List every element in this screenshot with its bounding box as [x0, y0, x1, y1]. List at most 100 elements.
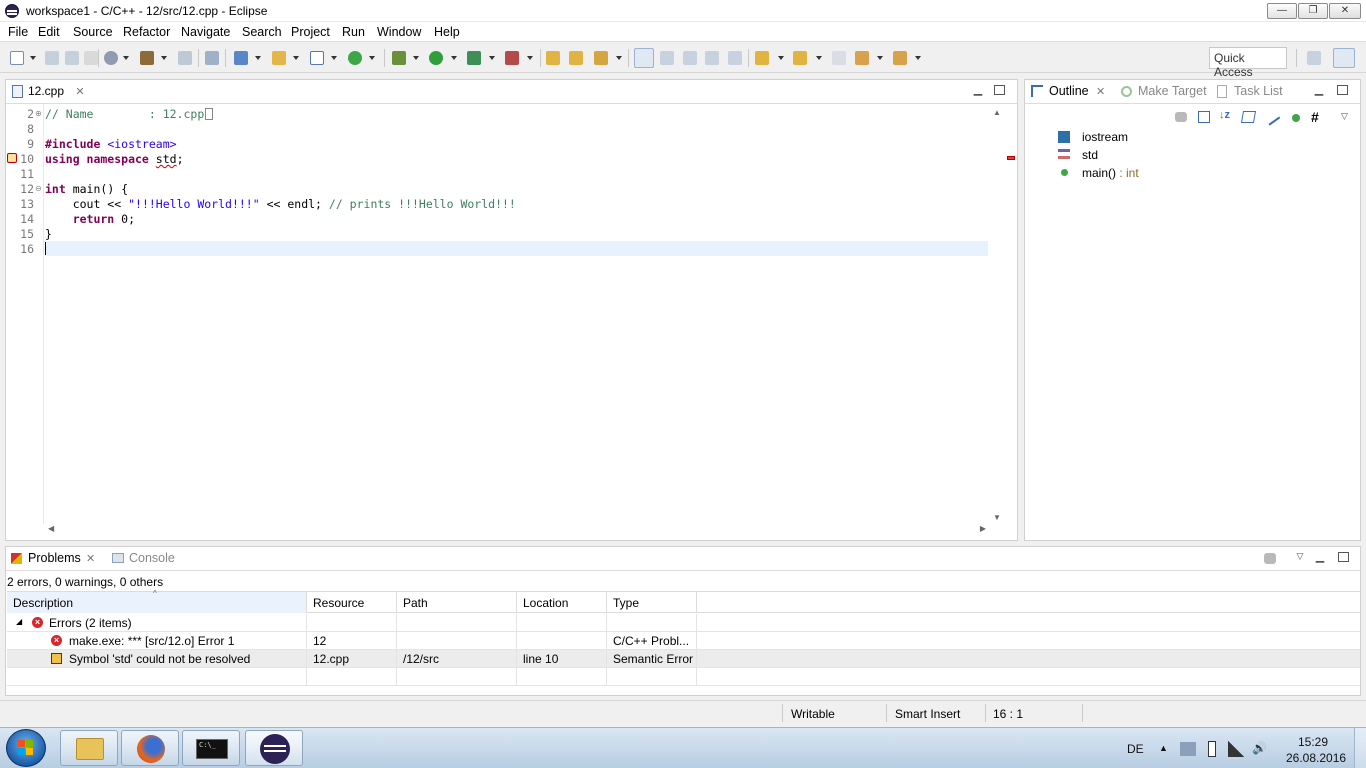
hide-non-public-icon[interactable]	[1292, 114, 1300, 122]
clock-time[interactable]: 15:29	[1298, 735, 1328, 749]
debug-bug-icon[interactable]	[392, 51, 406, 65]
column-path[interactable]: Path	[397, 592, 517, 613]
column-description[interactable]: Description	[7, 592, 307, 613]
error-marker-icon[interactable]	[7, 153, 17, 163]
tab-task-list[interactable]: Task List	[1234, 84, 1283, 98]
tab-outline[interactable]: Outline	[1049, 84, 1089, 98]
forward-dropdown-icon[interactable]	[915, 56, 921, 60]
prev-annotation-icon[interactable]	[793, 51, 807, 65]
show-hidden-icons-icon[interactable]: ▲	[1159, 743, 1168, 753]
debug-dropdown-icon[interactable]	[413, 56, 419, 60]
table-row[interactable]: × make.exe: *** [src/12.o] Error 1 12 C/…	[7, 632, 1360, 650]
run-icon[interactable]	[429, 51, 443, 65]
print-icon[interactable]	[84, 51, 98, 65]
minimize-icon[interactable]: ▁	[1313, 84, 1325, 96]
scroll-left-icon[interactable]: ◀	[48, 524, 54, 533]
overview-error-marker[interactable]	[1007, 156, 1015, 160]
tab-console[interactable]: Console	[129, 551, 175, 565]
maximize-icon[interactable]	[1337, 85, 1348, 95]
horizontal-scrollbar[interactable]: ◀ ▶	[44, 524, 990, 536]
status-insert-mode[interactable]: Smart Insert	[895, 707, 960, 721]
fold-collapse-icon[interactable]: ⊖	[35, 184, 42, 193]
filter-icon[interactable]	[1264, 553, 1276, 564]
menu-help[interactable]: Help	[434, 25, 460, 39]
folded-region-icon[interactable]	[205, 108, 213, 120]
tab-12-cpp[interactable]: 12.cpp ✕	[6, 80, 91, 104]
build-dropdown-icon[interactable]	[161, 56, 167, 60]
fold-expand-icon[interactable]: ⊕	[35, 109, 42, 118]
minimize-icon[interactable]: ▁	[1314, 551, 1326, 563]
taskbar-cmd[interactable]: C:\_	[182, 730, 240, 766]
taskbar-explorer[interactable]	[60, 730, 118, 766]
outline-item-std[interactable]: std	[1082, 148, 1098, 162]
collapse-all-icon[interactable]	[1198, 111, 1210, 123]
problems-group-row[interactable]: ◢ × Errors (2 items)	[7, 614, 1360, 632]
cpp-perspective-icon[interactable]	[1333, 48, 1355, 68]
next-annotation-icon[interactable]	[755, 51, 769, 65]
show-whitespace-icon[interactable]	[728, 51, 742, 65]
new-class-dropdown-icon[interactable]	[331, 56, 337, 60]
scroll-right-icon[interactable]: ▶	[980, 524, 986, 533]
view-menu-icon[interactable]: ▽	[1341, 111, 1348, 122]
menu-project[interactable]: Project	[291, 25, 330, 39]
quick-access-input[interactable]: Quick Access	[1209, 47, 1287, 79]
new-icon[interactable]	[10, 51, 24, 65]
menu-source[interactable]: Source	[73, 25, 113, 39]
close-button[interactable]: ✕	[1329, 3, 1361, 19]
new-cpp-icon[interactable]	[348, 51, 362, 65]
view-menu-icon[interactable]: ▽	[1294, 550, 1306, 562]
open-type-icon[interactable]	[546, 51, 560, 65]
open-perspective-icon[interactable]	[1307, 51, 1321, 65]
back-dropdown-icon[interactable]	[877, 56, 883, 60]
column-type[interactable]: Type	[607, 592, 697, 613]
prev-annotation-dropdown-icon[interactable]	[816, 56, 822, 60]
hide-static-icon[interactable]	[1262, 108, 1281, 126]
maximize-button[interactable]: ❐	[1298, 3, 1328, 19]
run-dropdown-icon[interactable]	[451, 56, 457, 60]
word-wrap-icon[interactable]	[705, 51, 719, 65]
open-element-icon[interactable]	[569, 51, 583, 65]
search-flashlight-icon[interactable]	[594, 51, 608, 65]
hide-macros-icon[interactable]: #	[1311, 109, 1319, 125]
tab-problems[interactable]: Problems	[28, 551, 81, 565]
profile-dropdown-icon[interactable]	[489, 56, 495, 60]
volume-icon[interactable]: 🔊	[1252, 741, 1267, 755]
configs-dropdown-icon[interactable]	[123, 56, 129, 60]
forward-icon[interactable]	[893, 51, 907, 65]
scroll-up-icon[interactable]: ▲	[993, 108, 1001, 117]
expand-triangle-icon[interactable]: ◢	[16, 617, 22, 626]
outline-item-main[interactable]: main() : int	[1082, 166, 1139, 180]
new-folder-dropdown-icon[interactable]	[293, 56, 299, 60]
battery-icon[interactable]	[1208, 741, 1216, 757]
vertical-scrollbar[interactable]: ▲ ▼	[991, 104, 1003, 524]
new-dropdown-icon[interactable]	[30, 56, 36, 60]
menu-edit[interactable]: Edit	[38, 25, 60, 39]
hide-fields-icon[interactable]	[1240, 111, 1257, 123]
external-tools-dropdown-icon[interactable]	[527, 56, 533, 60]
tab-make-target[interactable]: Make Target	[1138, 84, 1207, 98]
menu-search[interactable]: Search	[242, 25, 282, 39]
minimize-button[interactable]: —	[1267, 3, 1297, 19]
table-row[interactable]: Symbol 'std' could not be resolved 12.cp…	[7, 650, 1360, 668]
new-class-icon[interactable]	[310, 51, 324, 65]
menu-navigate[interactable]: Navigate	[181, 25, 230, 39]
outline-item-iostream[interactable]: iostream	[1082, 130, 1128, 144]
menu-window[interactable]: Window	[377, 25, 421, 39]
column-location[interactable]: Location	[517, 592, 607, 613]
toggle-link-icon[interactable]	[660, 51, 674, 65]
external-tools-icon[interactable]	[505, 51, 519, 65]
menu-run[interactable]: Run	[342, 25, 365, 39]
column-resource[interactable]: Resource	[307, 592, 397, 613]
manage-configs-icon[interactable]	[104, 51, 118, 65]
menu-refactor[interactable]: Refactor	[123, 25, 170, 39]
start-button[interactable]	[6, 729, 46, 767]
minimize-icon[interactable]: ▁	[972, 84, 984, 96]
clock-date[interactable]: 26.08.2016	[1286, 751, 1346, 765]
block-selection-icon[interactable]	[683, 51, 697, 65]
sort-az-icon[interactable]: ↓z	[1219, 109, 1230, 121]
save-icon[interactable]	[45, 51, 59, 65]
search-dropdown-icon[interactable]	[616, 56, 622, 60]
debug-attach-icon[interactable]	[205, 51, 219, 65]
save-all-icon[interactable]	[65, 51, 79, 65]
tab-close-icon[interactable]: ✕	[75, 85, 84, 98]
